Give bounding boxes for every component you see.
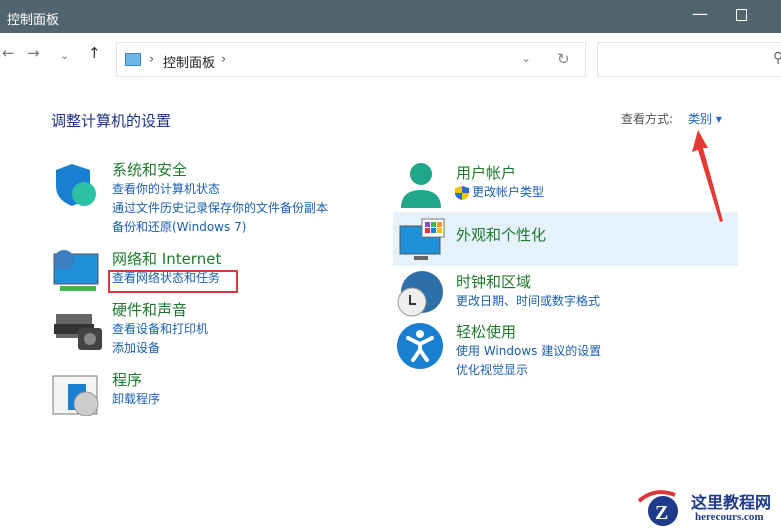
category-link[interactable]: 更改日期、时间或数字格式 (456, 292, 600, 311)
category-title[interactable]: 硬件和声音 (112, 300, 208, 320)
category-link[interactable]: 查看设备和打印机 (112, 320, 208, 339)
shield-icon (56, 164, 96, 206)
category-link[interactable]: 通过文件历史记录保存你的文件备份副本 (112, 199, 328, 218)
minimize-button[interactable]: — (692, 4, 708, 23)
annotation-arrow (692, 130, 723, 222)
watermark-name: 这里教程网 (691, 493, 772, 512)
category-appearance: 外观和个性化 (456, 225, 546, 245)
breadcrumb-separator[interactable]: › (221, 52, 226, 67)
category-link[interactable]: 查看你的计算机状态 (112, 180, 328, 199)
window-title: 控制面板 (7, 13, 60, 28)
category-ease-of-access: 轻松使用 使用 Windows 建议的设置 优化视觉显示 (456, 322, 601, 380)
category-title[interactable]: 网络和 Internet (112, 249, 221, 269)
category-title[interactable]: 轻松使用 (456, 322, 601, 342)
category-title[interactable]: 时钟和区域 (456, 272, 600, 292)
view-by-dropdown[interactable]: 类别 ▾ (688, 110, 722, 127)
category-programs: 程序 卸载程序 (112, 370, 160, 409)
address-bar[interactable]: › 控制面板 › ⌄ ↻ (116, 42, 586, 77)
category-title[interactable]: 程序 (112, 370, 160, 390)
category-link[interactable]: 使用 Windows 建议的设置 (456, 342, 601, 361)
category-clock-region: 时钟和区域 更改日期、时间或数字格式 (456, 272, 600, 311)
breadcrumb-separator[interactable]: › (149, 52, 154, 67)
network-icon (53, 250, 99, 291)
control-panel-icon (125, 53, 141, 66)
category-link[interactable]: 优化视觉显示 (456, 361, 601, 380)
category-link[interactable]: 卸载程序 (112, 390, 160, 409)
category-link[interactable]: 备份和还原(Windows 7) (112, 218, 328, 237)
category-link[interactable]: 更改帐户类型 (456, 183, 544, 202)
view-by-label: 查看方式: (621, 112, 674, 126)
breadcrumb-control-panel[interactable]: 控制面板 (163, 52, 215, 71)
printer-icon (54, 314, 102, 350)
back-button[interactable]: ← (2, 44, 15, 62)
search-icon: ⚲ (773, 50, 781, 66)
programs-icon (52, 375, 99, 416)
logo-icon: Z (637, 490, 678, 526)
watermark-logo: Z 这里教程网 herecours.com (635, 487, 771, 531)
up-button[interactable]: ↑ (88, 44, 101, 62)
category-title[interactable]: 用户帐户 (456, 163, 544, 183)
category-system-security: 系统和安全 查看你的计算机状态 通过文件历史记录保存你的文件备份副本 备份和还原… (112, 160, 328, 237)
title-bar: 控制面板 — (0, 0, 781, 33)
category-link[interactable]: 添加设备 (112, 339, 208, 358)
category-title[interactable]: 外观和个性化 (456, 225, 546, 245)
annotation-highlight-box (108, 270, 238, 293)
chevron-down-icon[interactable]: ⌄ (521, 51, 531, 65)
forward-button[interactable]: → (27, 44, 40, 62)
accessibility-icon (397, 323, 443, 369)
watermark-url: herecours.com (695, 511, 764, 523)
personalization-icon (399, 218, 445, 260)
category-hardware-sound: 硬件和声音 查看设备和打印机 添加设备 (112, 300, 208, 358)
category-title[interactable]: 系统和安全 (112, 160, 328, 180)
category-user-accounts: 用户帐户 更改帐户类型 (456, 163, 544, 202)
page-title: 调整计算机的设置 (51, 112, 172, 130)
user-icon (401, 163, 441, 208)
recent-locations-button[interactable]: ⌄ (60, 49, 69, 62)
svg-text:Z: Z (655, 502, 668, 524)
clock-globe-icon (397, 271, 443, 317)
refresh-icon[interactable]: ↻ (557, 50, 570, 68)
search-input[interactable]: ⚲ (597, 42, 781, 77)
maximize-button[interactable] (736, 9, 747, 21)
